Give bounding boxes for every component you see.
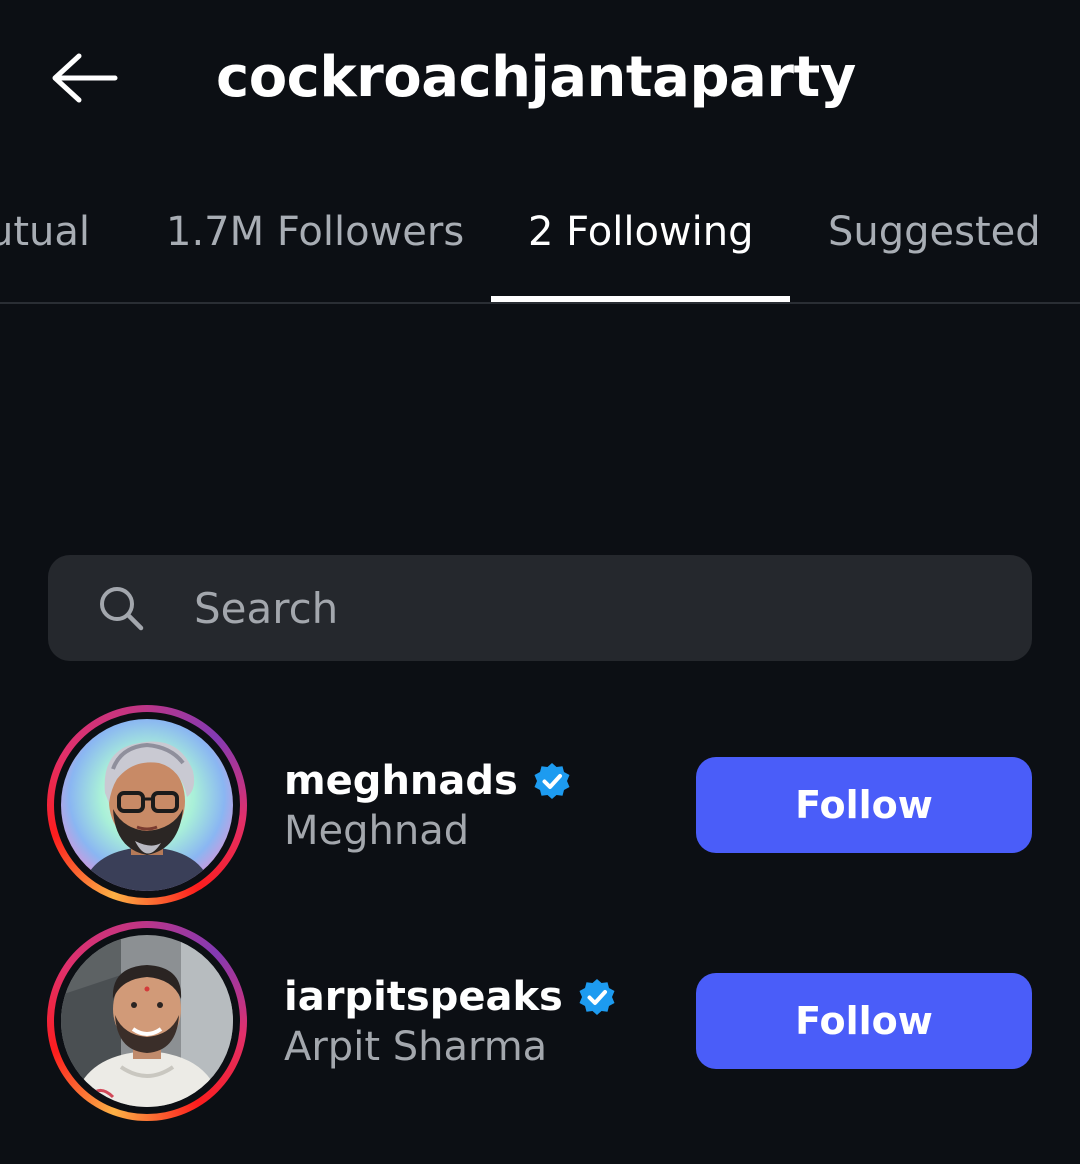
search-icon (100, 587, 144, 631)
story-ring[interactable] (47, 705, 247, 905)
verified-badge-icon (534, 763, 570, 799)
story-ring[interactable] (47, 921, 247, 1121)
follow-button[interactable]: Follow (696, 757, 1032, 853)
full-name: Arpit Sharma (284, 1024, 548, 1070)
username[interactable]: iarpitspeaks (284, 974, 563, 1020)
page-title: cockroachjantaparty (216, 45, 856, 110)
verified-badge-icon (579, 979, 615, 1015)
tab-following[interactable]: 2 Following (528, 192, 754, 272)
list-item[interactable]: meghnads Meghnad Follow (0, 705, 1080, 905)
tab-bar: utual 1.7M Followers 2 Following Suggest… (0, 192, 1080, 304)
tab-mutual[interactable]: utual (0, 192, 90, 272)
full-name: Meghnad (284, 808, 470, 854)
tab-suggested[interactable]: Suggested (828, 192, 1041, 272)
avatar (61, 719, 233, 891)
username[interactable]: meghnads (284, 758, 518, 804)
tab-followers[interactable]: 1.7M Followers (166, 192, 464, 272)
list-item[interactable]: iarpitspeaks Arpit Sharma Follow (0, 921, 1080, 1121)
follow-button[interactable]: Follow (696, 973, 1032, 1069)
tabs-divider (0, 302, 1080, 304)
arrow-left-icon (52, 53, 118, 103)
avatar (61, 935, 233, 1107)
following-screen: cockroachjantaparty utual 1.7M Followers… (0, 0, 1080, 1164)
search-input[interactable] (194, 580, 994, 636)
back-button[interactable] (48, 50, 120, 106)
